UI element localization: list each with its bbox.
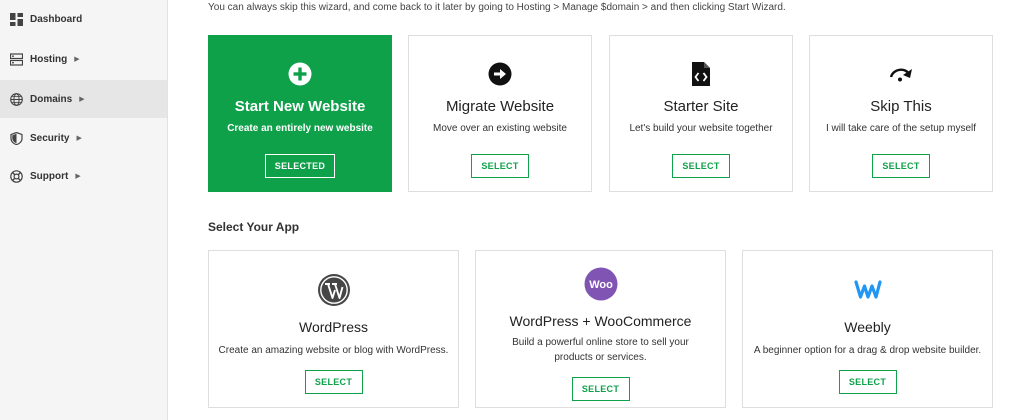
app-weebly[interactable]: Weebly A beginner option for a drag & dr… bbox=[742, 250, 993, 408]
select-button[interactable]: SELECT bbox=[304, 370, 363, 394]
select-button[interactable]: SELECT bbox=[838, 370, 897, 394]
option-subtitle: Let's build your website together bbox=[629, 123, 773, 134]
shield-icon bbox=[9, 131, 23, 145]
option-title: Start New Website bbox=[234, 98, 366, 115]
sidebar-item-security[interactable]: Security ▶ bbox=[0, 119, 167, 157]
chevron-right-icon: ▶ bbox=[79, 96, 85, 103]
option-subtitle: Create an entirely new website bbox=[227, 123, 373, 134]
app-title: Weebly bbox=[844, 319, 891, 335]
wizard-hint: You can always skip this wizard, and com… bbox=[208, 2, 786, 13]
select-button[interactable]: SELECT bbox=[872, 154, 930, 178]
option-title: Starter Site bbox=[663, 98, 739, 115]
sidebar-item-domains[interactable]: Domains ▶ bbox=[0, 80, 167, 118]
sidebar-item-label: Domains bbox=[30, 93, 73, 105]
option-title: Migrate Website bbox=[445, 98, 555, 115]
option-starter-site[interactable]: Starter Site Let's build your website to… bbox=[609, 35, 793, 192]
option-subtitle: Move over an existing website bbox=[433, 123, 567, 134]
svg-text:Woo: Woo bbox=[589, 279, 613, 291]
selected-button[interactable]: SELECTED bbox=[265, 154, 335, 178]
app-woocommerce[interactable]: Woo WordPress + WooCommerce Build a powe… bbox=[475, 250, 726, 408]
app-subtitle: A beginner option for a drag & drop webs… bbox=[753, 345, 982, 356]
option-title: Skip This bbox=[870, 98, 932, 115]
app-title: WordPress + WooCommerce bbox=[509, 313, 692, 329]
app-title: WordPress bbox=[299, 319, 368, 335]
chevron-right-icon: ▶ bbox=[74, 56, 80, 63]
arrow-right-circle-icon bbox=[409, 62, 591, 86]
sidebar-item-label: Hosting bbox=[30, 53, 68, 65]
select-button[interactable]: SELECT bbox=[571, 377, 630, 401]
redo-arrow-icon bbox=[810, 64, 992, 82]
app-subtitle: Create an amazing website or blog with W… bbox=[218, 345, 449, 356]
globe-icon bbox=[9, 92, 23, 106]
select-button[interactable]: SELECT bbox=[672, 154, 730, 178]
option-subtitle: I will take care of the setup myself bbox=[825, 123, 977, 134]
plus-circle-icon bbox=[209, 62, 391, 86]
dashboard-icon bbox=[9, 12, 23, 26]
section-title: Select Your App bbox=[208, 220, 300, 234]
option-migrate-website[interactable]: Migrate Website Move over an existing we… bbox=[408, 35, 592, 192]
chevron-right-icon: ▶ bbox=[76, 135, 82, 142]
option-skip-this[interactable]: Skip This I will take care of the setup … bbox=[809, 35, 993, 192]
sidebar-item-dashboard[interactable]: Dashboard bbox=[0, 0, 167, 38]
sidebar-item-support[interactable]: Support ▶ bbox=[0, 157, 167, 195]
server-icon bbox=[9, 52, 23, 66]
sidebar-item-label: Support bbox=[30, 170, 69, 182]
app-subtitle: Build a powerful online store to sell yo… bbox=[512, 337, 689, 363]
option-start-new-website[interactable]: Start New Website Create an entirely new… bbox=[208, 35, 392, 192]
lifebuoy-icon bbox=[9, 169, 23, 183]
main-content: You can always skip this wizard, and com… bbox=[168, 0, 1024, 420]
sidebar-item-label: Dashboard bbox=[30, 13, 83, 25]
woocommerce-icon: Woo bbox=[476, 267, 725, 301]
app-wordpress[interactable]: WordPress Create an amazing website or b… bbox=[208, 250, 459, 408]
chevron-right-icon: ▶ bbox=[75, 173, 81, 180]
sidebar-item-label: Security bbox=[30, 132, 70, 144]
file-code-icon bbox=[610, 62, 792, 86]
wordpress-icon bbox=[209, 273, 458, 307]
sidebar: Dashboard Hosting ▶ Domains ▶ Security ▶… bbox=[0, 0, 168, 420]
weebly-icon bbox=[743, 279, 992, 301]
sidebar-item-hosting[interactable]: Hosting ▶ bbox=[0, 40, 167, 78]
select-button[interactable]: SELECT bbox=[471, 154, 529, 178]
